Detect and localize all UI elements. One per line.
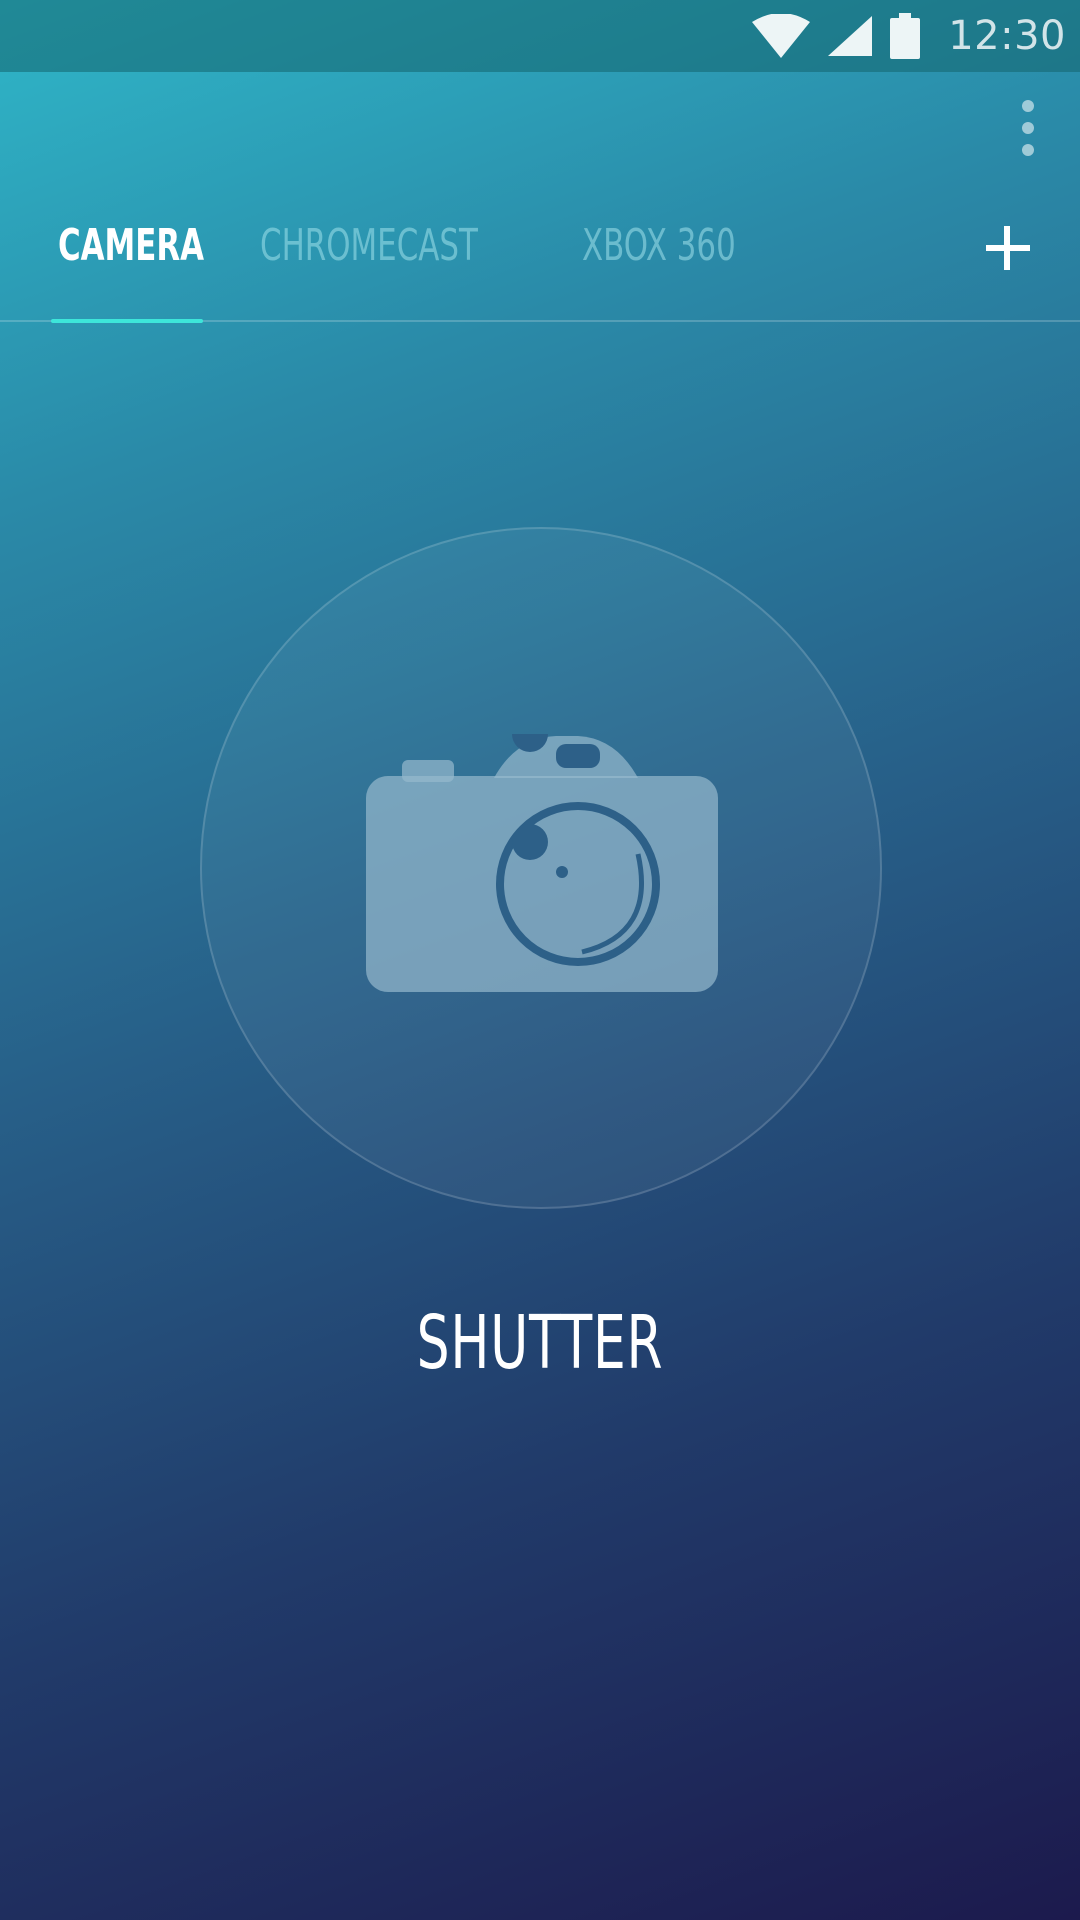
- active-tab-indicator: [51, 319, 203, 323]
- status-icons: 12:30: [752, 0, 1066, 72]
- menu-dot: [1022, 144, 1034, 156]
- tab-chromecast[interactable]: CHROMECAST: [260, 220, 478, 271]
- tab-camera[interactable]: CAMERA: [58, 220, 204, 271]
- tab-xbox-360[interactable]: XBOX 360: [582, 220, 736, 271]
- signal-icon: [828, 16, 873, 56]
- battery-icon: [890, 13, 921, 59]
- clock: 12:30: [948, 13, 1066, 59]
- status-bar: 12:30: [0, 0, 1080, 72]
- shutter-label: SHUTTER: [416, 1300, 664, 1386]
- menu-dot: [1022, 122, 1034, 134]
- more-vert-icon[interactable]: [998, 96, 1058, 160]
- tab-bar: CAMERA CHROMECAST XBOX 360: [0, 190, 1080, 323]
- plus-icon[interactable]: [982, 222, 1034, 274]
- wifi-icon: [752, 14, 811, 58]
- camera-icon: [366, 716, 718, 994]
- menu-dot: [1022, 100, 1034, 112]
